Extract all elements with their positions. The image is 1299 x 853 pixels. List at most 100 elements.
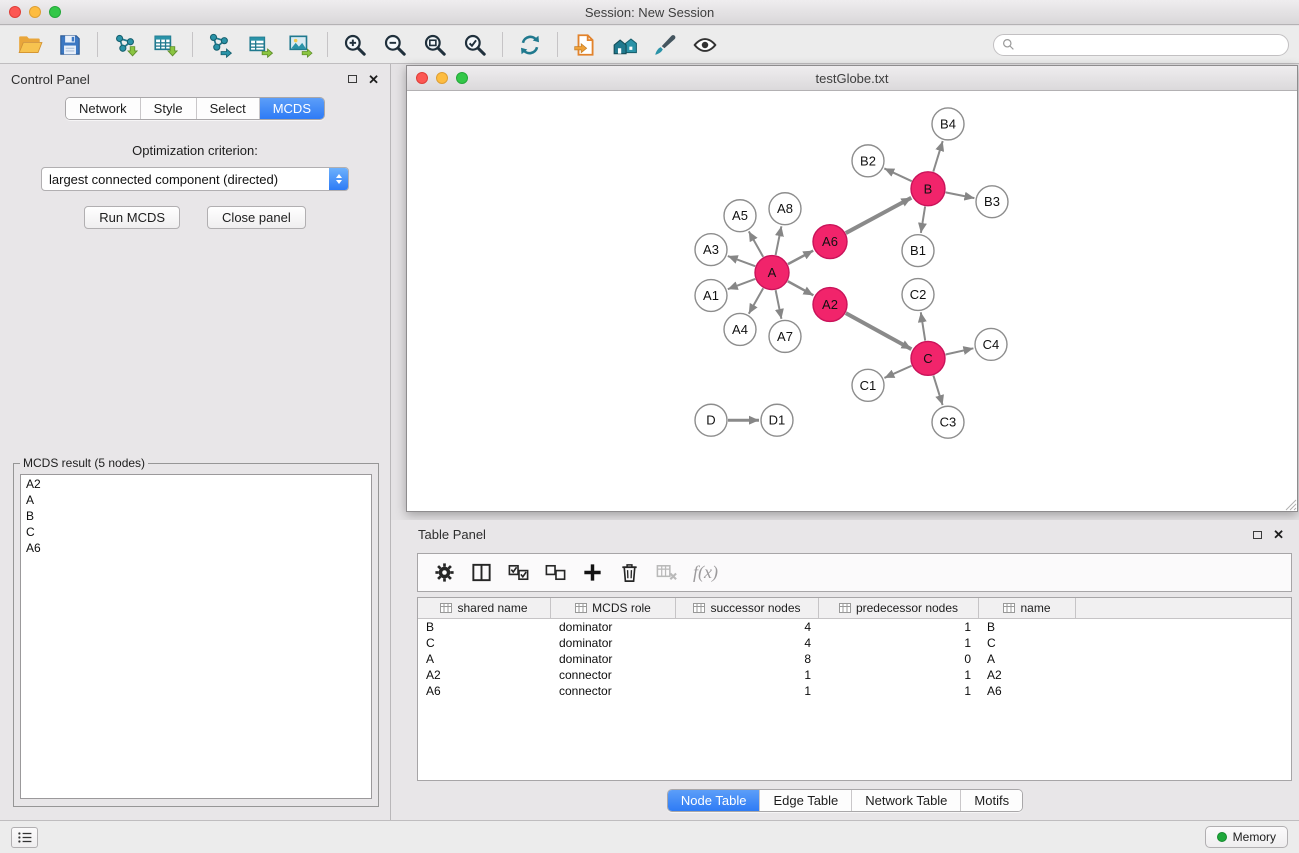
- mcds-result-item[interactable]: A2: [26, 476, 366, 492]
- select-all-button[interactable]: [500, 557, 537, 588]
- edge-A-A7[interactable]: [776, 290, 782, 319]
- export-table-button[interactable]: [240, 29, 280, 60]
- zoom-selected-button[interactable]: [455, 29, 495, 60]
- node-C4[interactable]: C4: [975, 328, 1007, 360]
- node-B4[interactable]: B4: [932, 108, 964, 140]
- node-A[interactable]: A: [755, 256, 789, 290]
- run-mcds-button[interactable]: Run MCDS: [84, 206, 180, 229]
- style-brush-button[interactable]: [645, 29, 685, 60]
- edge-C-C4[interactable]: [946, 348, 974, 354]
- network-canvas[interactable]: B4B2BB3B1A5A8A6A3AA1A2C2A4A7C4CC1C3DD1: [407, 92, 1297, 511]
- node-A3[interactable]: A3: [695, 234, 727, 266]
- column-header-shared-name[interactable]: shared name: [418, 598, 551, 618]
- network-zoom-button[interactable]: [456, 72, 468, 84]
- close-window-button[interactable]: [9, 6, 21, 18]
- node-A4[interactable]: A4: [724, 313, 756, 345]
- node-A5[interactable]: A5: [724, 200, 756, 232]
- table-tab-edge-table[interactable]: Edge Table: [759, 790, 851, 811]
- column-header-mcds-role[interactable]: MCDS role: [551, 598, 676, 618]
- node-A1[interactable]: A1: [695, 280, 727, 312]
- edge-B-B3[interactable]: [946, 192, 975, 198]
- node-D[interactable]: D: [695, 404, 727, 436]
- node-A2[interactable]: A2: [813, 288, 847, 322]
- node-B[interactable]: B: [911, 172, 945, 206]
- edge-A6-B[interactable]: [846, 198, 912, 233]
- node-D1[interactable]: D1: [761, 404, 793, 436]
- edge-A2-C[interactable]: [846, 313, 912, 349]
- close-table-panel-button[interactable]: ✕: [1273, 528, 1284, 541]
- edge-A-A2[interactable]: [788, 281, 814, 295]
- save-session-button[interactable]: [50, 29, 90, 60]
- table-row[interactable]: Bdominator41B: [418, 619, 1291, 635]
- edge-A-A3[interactable]: [728, 256, 755, 266]
- tab-mcds[interactable]: MCDS: [259, 98, 324, 119]
- edge-A-A5[interactable]: [749, 231, 763, 257]
- table-settings-button[interactable]: [426, 557, 463, 588]
- memory-button[interactable]: Memory: [1205, 826, 1288, 848]
- resize-grip[interactable]: [1283, 497, 1297, 511]
- close-panel-button[interactable]: ✕: [368, 73, 379, 86]
- node-B1[interactable]: B1: [902, 235, 934, 267]
- zoom-fit-button[interactable]: [415, 29, 455, 60]
- import-table-button[interactable]: [145, 29, 185, 60]
- export-image-button[interactable]: [280, 29, 320, 60]
- tab-network[interactable]: Network: [66, 98, 140, 119]
- mcds-result-item[interactable]: C: [26, 524, 366, 540]
- node-C3[interactable]: C3: [932, 406, 964, 438]
- table-row[interactable]: A6connector11A6: [418, 683, 1291, 699]
- tab-select[interactable]: Select: [196, 98, 259, 119]
- float-panel-button[interactable]: [348, 75, 357, 83]
- network-graph[interactable]: B4B2BB3B1A5A8A6A3AA1A2C2A4A7C4CC1C3DD1: [407, 92, 1297, 511]
- add-column-button[interactable]: [574, 557, 611, 588]
- edge-B-B2[interactable]: [884, 168, 911, 181]
- node-C[interactable]: C: [911, 341, 945, 375]
- import-network-button[interactable]: [105, 29, 145, 60]
- edge-C-C1[interactable]: [884, 366, 911, 378]
- network-close-button[interactable]: [416, 72, 428, 84]
- mcds-result-item[interactable]: A: [26, 492, 366, 508]
- minimize-window-button[interactable]: [29, 6, 41, 18]
- import-file-button[interactable]: [565, 29, 605, 60]
- search-field[interactable]: [993, 34, 1289, 56]
- edge-A-A1[interactable]: [728, 279, 755, 289]
- welcome-screen-button[interactable]: [605, 29, 645, 60]
- deselect-all-button[interactable]: [537, 557, 574, 588]
- search-input[interactable]: [1020, 37, 1280, 53]
- edge-A-A4[interactable]: [749, 288, 763, 314]
- zoom-in-button[interactable]: [335, 29, 375, 60]
- open-file-button[interactable]: [10, 29, 50, 60]
- mcds-result-item[interactable]: A6: [26, 540, 366, 556]
- close-panel-button-2[interactable]: Close panel: [207, 206, 306, 229]
- panel-toggle-button[interactable]: [11, 827, 38, 848]
- zoom-window-button[interactable]: [49, 6, 61, 18]
- mcds-result-item[interactable]: B: [26, 508, 366, 524]
- edge-A-A8[interactable]: [776, 226, 782, 255]
- edge-C-C3[interactable]: [933, 376, 942, 406]
- column-header-predecessor-nodes[interactable]: predecessor nodes: [819, 598, 979, 618]
- show-details-button[interactable]: [685, 29, 725, 60]
- edge-B-B4[interactable]: [933, 141, 942, 172]
- table-tab-node-table[interactable]: Node Table: [668, 790, 760, 811]
- edge-C-C2[interactable]: [921, 312, 925, 340]
- column-header-name[interactable]: name: [979, 598, 1076, 618]
- table-row[interactable]: Adominator80A: [418, 651, 1291, 667]
- node-A7[interactable]: A7: [769, 320, 801, 352]
- show-columns-button[interactable]: [463, 557, 500, 588]
- mcds-result-list[interactable]: A2ABCA6: [20, 474, 372, 799]
- node-C2[interactable]: C2: [902, 279, 934, 311]
- table-row[interactable]: A2connector11A2: [418, 667, 1291, 683]
- float-table-panel-button[interactable]: [1253, 531, 1262, 539]
- edge-A-A6[interactable]: [788, 251, 813, 264]
- edge-B-B1[interactable]: [921, 207, 925, 233]
- criterion-select[interactable]: largest connected component (directed): [41, 167, 349, 191]
- table-tab-network-table[interactable]: Network Table: [851, 790, 960, 811]
- node-B3[interactable]: B3: [976, 186, 1008, 218]
- network-minimize-button[interactable]: [436, 72, 448, 84]
- tab-style[interactable]: Style: [140, 98, 196, 119]
- delete-column-button[interactable]: [611, 557, 648, 588]
- table-tab-motifs[interactable]: Motifs: [960, 790, 1022, 811]
- node-C1[interactable]: C1: [852, 369, 884, 401]
- node-A6[interactable]: A6: [813, 225, 847, 259]
- new-network-from-selection-button[interactable]: [200, 29, 240, 60]
- column-header-successor-nodes[interactable]: successor nodes: [676, 598, 819, 618]
